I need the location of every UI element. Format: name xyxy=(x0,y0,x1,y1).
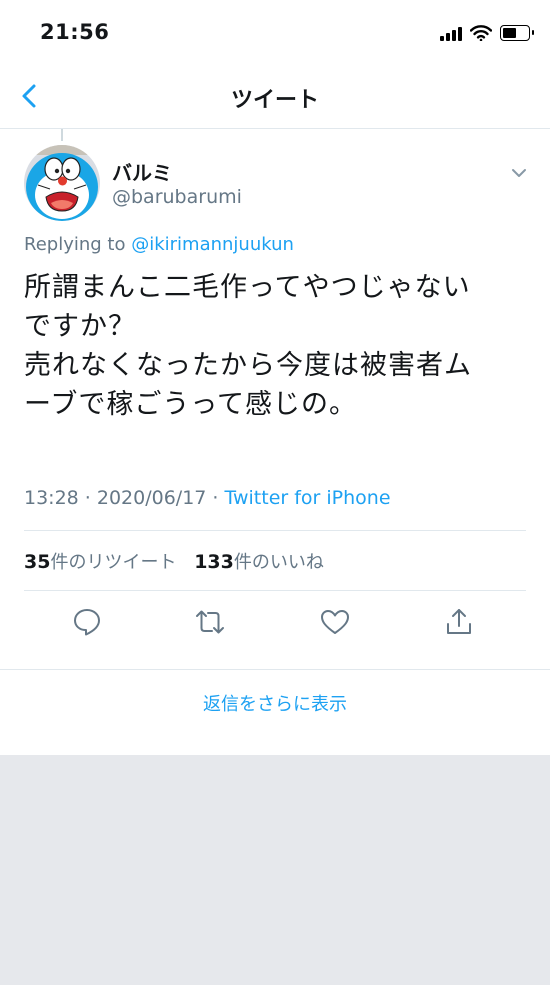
user-handle[interactable]: @barubarumi xyxy=(112,186,242,208)
tweet-source[interactable]: Twitter for iPhone xyxy=(225,487,391,509)
like-count: 133 xyxy=(194,551,234,573)
retweet-count-link[interactable]: 35件のリツイート xyxy=(24,551,177,573)
reply-icon xyxy=(74,609,100,636)
empty-background-area xyxy=(0,755,550,985)
retweet-button[interactable] xyxy=(194,606,226,638)
replying-to-mention[interactable]: @ikirimannjuukun xyxy=(131,234,294,255)
chevron-down-icon[interactable] xyxy=(508,162,530,184)
engagement-counts: 35件のリツイート 133件のいいね xyxy=(24,548,336,574)
replying-prefix: Replying to xyxy=(24,234,132,255)
divider xyxy=(0,669,550,670)
status-icons xyxy=(440,22,534,44)
retweet-count-label: 件のリツイート xyxy=(50,552,177,573)
avatar[interactable] xyxy=(24,145,100,221)
reply-button[interactable] xyxy=(71,606,103,638)
tweet-meta: 13:28 · 2020/06/17 · Twitter for iPhone xyxy=(24,487,391,509)
share-icon xyxy=(447,609,471,634)
display-name[interactable]: バルミ xyxy=(112,157,172,186)
like-count-link[interactable]: 133件のいいね xyxy=(194,551,324,573)
battery-icon xyxy=(500,25,534,41)
retweet-icon xyxy=(196,610,224,634)
retweet-count: 35 xyxy=(24,551,51,573)
avatar-image xyxy=(24,145,100,221)
show-more-replies-link[interactable]: 返信をさらに表示 xyxy=(0,690,550,716)
replying-to: Replying to @ikirimannjuukun xyxy=(24,234,294,255)
page-title: ツイート xyxy=(230,88,319,113)
like-icon xyxy=(321,610,349,634)
tweet-timestamp: 13:28 · 2020/06/17 · xyxy=(24,487,225,509)
share-button[interactable] xyxy=(443,606,475,638)
status-time: 21:56 xyxy=(40,20,110,44)
divider xyxy=(24,530,526,531)
like-button[interactable] xyxy=(319,606,351,638)
tweet-detail-screen: 21:56 ツイート バルミ @barubarumi Replying to @… xyxy=(0,0,550,755)
tweet-text: 所謂まんこ二毛作ってやつじゃない ですか？ 売れなくなったから今度は被害者ム ー… xyxy=(24,272,472,420)
divider xyxy=(24,590,526,591)
wifi-icon xyxy=(470,25,492,41)
signal-icon xyxy=(440,25,462,41)
like-count-label: 件のいいね xyxy=(233,552,324,573)
thread-connector-line xyxy=(61,129,63,141)
navigation-bar: ツイート xyxy=(0,64,550,129)
